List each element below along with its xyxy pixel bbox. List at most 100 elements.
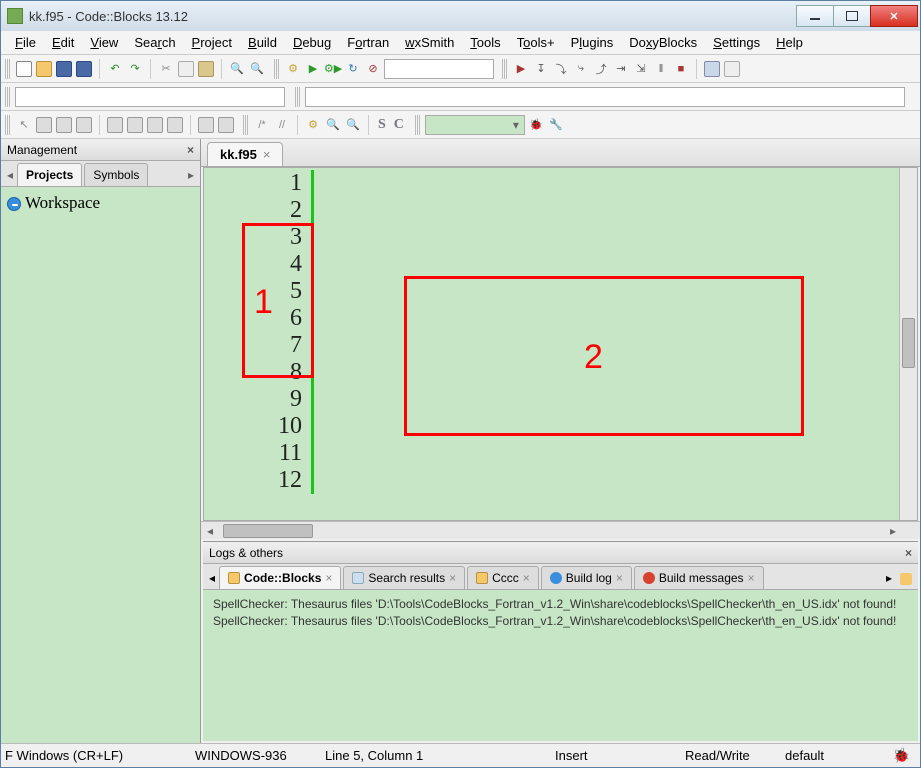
statusbar: F Windows (CR+LF) WINDOWS-936 Line 5, Co… (1, 743, 920, 767)
doxy-gear-icon[interactable]: ⚙ (304, 116, 322, 134)
workspace-icon (7, 197, 21, 211)
menu-doxyblocks[interactable]: DoxyBlocks (621, 33, 705, 52)
tb3-b[interactable] (55, 116, 73, 134)
scope-combo[interactable] (305, 87, 905, 107)
annotation-label-2: 2 (584, 338, 603, 377)
menu-file[interactable]: File (7, 33, 44, 52)
menu-edit[interactable]: Edit (44, 33, 82, 52)
menu-search[interactable]: Search (126, 33, 183, 52)
mgmt-tab-symbols[interactable]: Symbols (84, 163, 148, 186)
select-icon[interactable]: ↖ (15, 116, 33, 134)
menu-project[interactable]: Project (184, 33, 240, 52)
workspace-label[interactable]: Workspace (25, 193, 100, 212)
cut-icon[interactable]: ✂ (157, 60, 175, 78)
minimize-button[interactable] (796, 5, 834, 27)
step-out-icon[interactable]: ⤴ (592, 60, 610, 78)
lang-combo[interactable] (425, 115, 525, 135)
menu-help[interactable]: Help (768, 33, 811, 52)
management-close-icon[interactable]: × (187, 143, 194, 157)
toolbar-3: ↖ /* // ⚙ 🔍 🔍 S C ▾ 🐞 🔧 (1, 111, 920, 139)
rebuild-icon[interactable]: ↻ (344, 60, 362, 78)
run-icon[interactable]: ▶ (304, 60, 322, 78)
annotation-label-1: 1 (254, 283, 273, 322)
menu-view[interactable]: View (82, 33, 126, 52)
step-into-icon[interactable]: ⤷ (572, 60, 590, 78)
logs-title-bar: Logs & others × (203, 542, 918, 564)
step-instr-icon[interactable]: ⇲ (632, 60, 650, 78)
search-combo[interactable] (15, 87, 285, 107)
undo-icon[interactable]: ↶ (106, 60, 124, 78)
paste-icon[interactable] (197, 60, 215, 78)
maximize-button[interactable] (833, 5, 871, 27)
save-all-icon[interactable] (75, 60, 93, 78)
break-icon[interactable]: ‖ (652, 60, 670, 78)
status-encoding: WINDOWS-936 (181, 748, 311, 763)
editor-vscrollbar[interactable] (899, 168, 917, 520)
menu-build[interactable]: Build (240, 33, 285, 52)
zoom-out-icon[interactable]: 🔍 (344, 116, 362, 134)
line-comment-icon[interactable]: // (273, 116, 291, 134)
debug-windows-icon[interactable] (703, 60, 721, 78)
log-tab-buildmsg[interactable]: Build messages× (634, 566, 764, 589)
log-tab-search[interactable]: Search results× (343, 566, 465, 589)
debug-run-icon[interactable]: ▶ (512, 60, 530, 78)
tb3-a[interactable] (35, 116, 53, 134)
log-tab-prev[interactable]: ◂ (205, 567, 219, 589)
menu-wxsmith[interactable]: wxSmith (397, 33, 462, 52)
zoom-in-icon[interactable]: 🔍 (324, 116, 342, 134)
log-tab-next[interactable]: ▸ (882, 567, 896, 589)
block-comment-icon[interactable]: /* (253, 116, 271, 134)
log-edit-icon[interactable] (900, 573, 912, 585)
tb3-d[interactable] (106, 116, 124, 134)
mgmt-tab-projects[interactable]: Projects (17, 163, 82, 186)
menu-plugins[interactable]: Plugins (563, 33, 622, 52)
open-icon[interactable] (35, 60, 53, 78)
log-tab-cccc[interactable]: Cccc× (467, 566, 539, 589)
toolbar-2 (1, 83, 920, 111)
tb3-i[interactable] (217, 116, 235, 134)
copy-icon[interactable] (177, 60, 195, 78)
editor-tab-kk[interactable]: kk.f95 × (207, 142, 283, 166)
log-tab-codeblocks[interactable]: Code::Blocks× (219, 566, 341, 589)
menu-fortran[interactable]: Fortran (339, 33, 397, 52)
logs-body[interactable]: SpellChecker: Thesaurus files 'D:\Tools\… (203, 590, 918, 741)
menu-settings[interactable]: Settings (705, 33, 768, 52)
redo-icon[interactable]: ↷ (126, 60, 144, 78)
s-label[interactable]: S (375, 117, 389, 133)
run-to-cursor-icon[interactable]: ↧ (532, 60, 550, 78)
annotation-box-1 (242, 223, 314, 378)
abort-icon[interactable]: ⊘ (364, 60, 382, 78)
build-icon[interactable]: ⚙ (284, 60, 302, 78)
menubar: File Edit View Search Project Build Debu… (1, 31, 920, 55)
status-bug-icon[interactable]: 🐞 (893, 747, 910, 764)
new-file-icon[interactable] (15, 60, 33, 78)
editor-tab-close-icon[interactable]: × (263, 147, 271, 162)
log-tab-buildlog[interactable]: Build log× (541, 566, 632, 589)
next-instr-icon[interactable]: ⇥ (612, 60, 630, 78)
tb3-h[interactable] (197, 116, 215, 134)
build-run-icon[interactable]: ⚙▶ (324, 60, 342, 78)
logs-close-icon[interactable]: × (905, 546, 912, 560)
build-target-combo[interactable] (384, 59, 494, 79)
mgmt-tab-next[interactable]: ▸ (184, 164, 198, 186)
spell-icon[interactable]: 🐞 (527, 116, 545, 134)
info-icon[interactable] (723, 60, 741, 78)
editor-hscrollbar[interactable]: ◂ ▸ (201, 521, 920, 539)
menu-toolsplus[interactable]: Tools+ (509, 33, 563, 52)
wrench-icon[interactable]: 🔧 (547, 116, 565, 134)
stop-icon[interactable]: ■ (672, 60, 690, 78)
save-icon[interactable] (55, 60, 73, 78)
next-line-icon[interactable]: ⤵ (552, 60, 570, 78)
close-button[interactable] (870, 5, 918, 27)
find-icon[interactable]: 🔍 (228, 60, 246, 78)
menu-tools[interactable]: Tools (462, 33, 508, 52)
mgmt-tab-prev[interactable]: ◂ (3, 164, 17, 186)
tb3-g[interactable] (166, 116, 184, 134)
editor-area[interactable]: 1 2 3 4 5 6 7 8 9 10 11 12 (204, 168, 899, 520)
tb3-e[interactable] (126, 116, 144, 134)
menu-debug[interactable]: Debug (285, 33, 339, 52)
c-label[interactable]: C (391, 117, 407, 133)
tb3-c[interactable] (75, 116, 93, 134)
tb3-f[interactable] (146, 116, 164, 134)
replace-icon[interactable]: 🔍 (248, 60, 266, 78)
